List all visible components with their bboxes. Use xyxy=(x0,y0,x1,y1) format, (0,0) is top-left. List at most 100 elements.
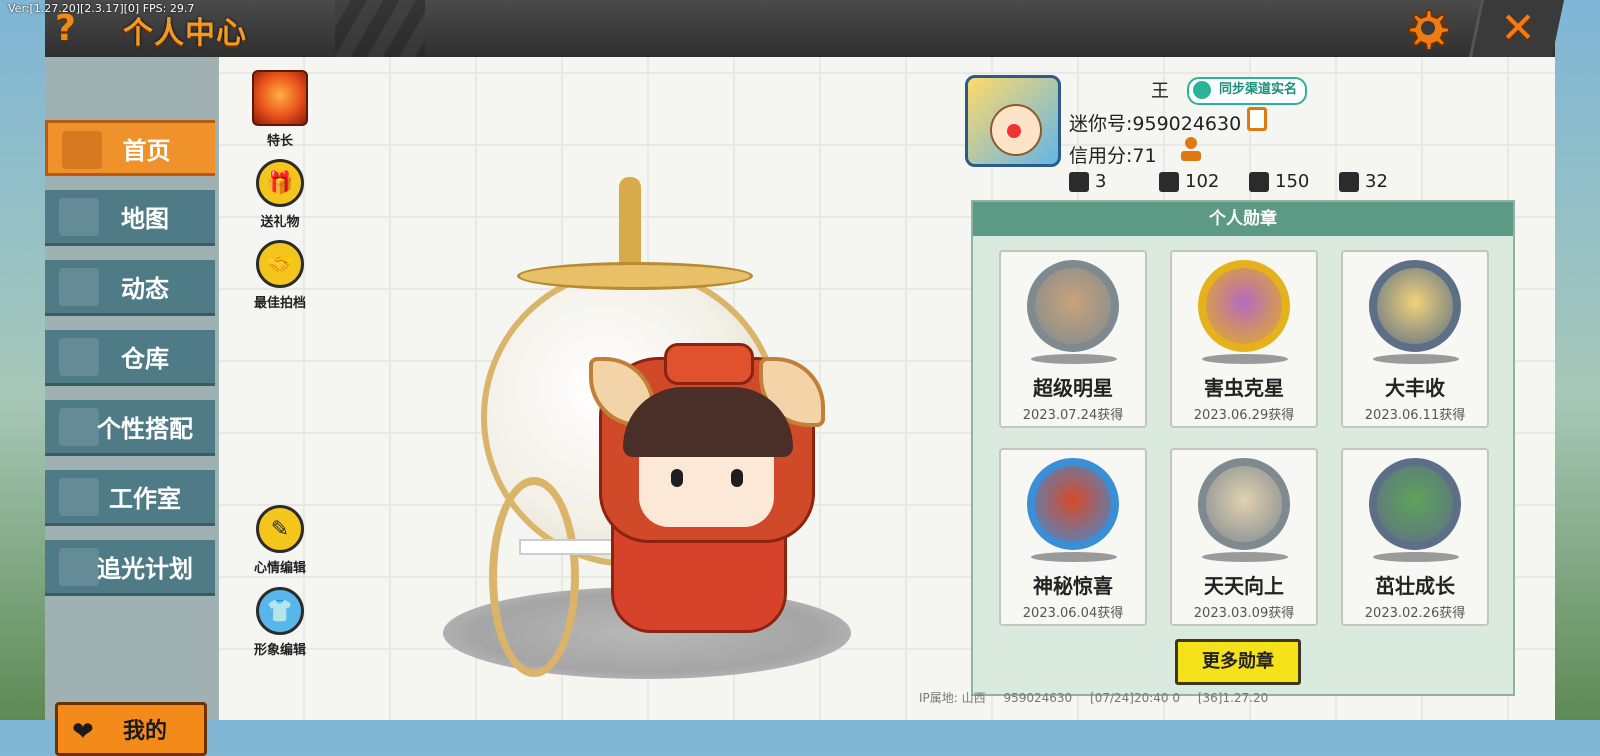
character-left-eye xyxy=(671,469,683,487)
carriage-wheel xyxy=(489,477,579,677)
special-skill-label: 特长 xyxy=(266,134,293,149)
personal-center-panel: ? 个人中心 ✕ 首页 地图 动态 仓库 个性搭配 工作室 追光计划 ❤ 我的 … xyxy=(45,0,1565,756)
medal-card[interactable]: 害虫克星 2023.06.29获得 xyxy=(1170,250,1318,428)
sidebar-item-label: 首页 xyxy=(122,136,171,165)
sidebar-item-label: 个性搭配 xyxy=(97,415,193,443)
bell-icon xyxy=(59,268,99,306)
medal-gift-icon xyxy=(1027,458,1119,550)
sidebar-item-outfit[interactable]: 个性搭配 xyxy=(45,400,215,456)
sidebar-item-label: 地图 xyxy=(121,205,169,233)
best-partner-label: 最佳拍档 xyxy=(253,296,306,311)
carriage-crown xyxy=(517,262,753,290)
stat-fire: 150 xyxy=(1249,171,1309,192)
medal-date: 2023.06.29获得 xyxy=(1193,408,1295,423)
sidebar-item-home[interactable]: 首页 xyxy=(45,120,215,176)
footer-time: [07/24]20:40 0 xyxy=(1090,691,1180,705)
gift-icon: 🎁 xyxy=(256,159,304,207)
medal-name: 神秘惊喜 xyxy=(1033,574,1113,598)
stat-value: 150 xyxy=(1275,171,1310,192)
mine-button[interactable]: ❤ 我的 xyxy=(55,702,207,756)
stat-heart: 32 xyxy=(1339,171,1388,192)
medal-card[interactable]: 超级明星 2023.07.24获得 xyxy=(999,250,1147,428)
character-hair xyxy=(623,387,793,457)
medal-date: 2023.02.26获得 xyxy=(1364,606,1466,621)
stat-value: 102 xyxy=(1185,171,1220,192)
home-icon xyxy=(62,131,102,169)
medal-panel: 个人勋章 超级明星 2023.07.24获得 害虫克星 2023.06.29获得… xyxy=(971,200,1515,696)
tree-icon xyxy=(59,478,99,516)
heart-icon: ❤ xyxy=(72,717,94,747)
copy-icon[interactable] xyxy=(1247,107,1267,131)
footer-info: IP属地: 山西 959024630 [07/24]20:40 0 [36]1.… xyxy=(919,689,1282,706)
mood-edit-label: 心情编辑 xyxy=(253,561,306,576)
sidebar-item-label: 工作室 xyxy=(109,485,181,513)
more-medals-button[interactable]: 更多勋章 xyxy=(1175,639,1301,685)
sidebar-item-label: 动态 xyxy=(121,275,169,303)
main-content: 特长 🎁 送礼物 🤝 最佳拍档 ✎ 心情编辑 👕 形象编辑 王 同步渠道实名 迷… xyxy=(219,57,1555,720)
user-check-icon xyxy=(1193,81,1211,99)
decor-stripes xyxy=(335,0,425,57)
medal-name: 大丰收 xyxy=(1385,376,1445,400)
medal-date: 2023.06.04获得 xyxy=(1022,606,1124,621)
edit-icon: ✎ xyxy=(256,505,304,553)
sidebar-item-lightchase[interactable]: 追光计划 xyxy=(45,540,215,596)
credit-info-icon[interactable] xyxy=(1179,135,1203,163)
stat-value: 32 xyxy=(1365,171,1388,192)
footer-version: [36]1.27.20 xyxy=(1197,691,1269,705)
flag-icon xyxy=(59,548,99,586)
close-button[interactable]: ✕ xyxy=(1468,0,1565,57)
image-edit-label: 形象编辑 xyxy=(253,643,306,658)
plus-icon xyxy=(1069,171,1089,192)
sidebar-item-warehouse[interactable]: 仓库 xyxy=(45,330,215,386)
sync-realname-label: 同步渠道实名 xyxy=(1219,82,1298,97)
medal-card[interactable]: 大丰收 2023.06.11获得 xyxy=(1341,250,1489,428)
medal-shadow xyxy=(1031,552,1117,562)
outfit-icon xyxy=(59,408,99,446)
sidebar: 首页 地图 动态 仓库 个性搭配 工作室 追光计划 ❤ 我的 xyxy=(45,57,219,756)
character-right-eye xyxy=(731,469,743,487)
special-skill-button[interactable]: 特长 xyxy=(247,70,313,149)
medal-name: 茁壮成长 xyxy=(1375,574,1455,598)
medal-shadow xyxy=(1373,552,1459,562)
map-icon xyxy=(59,198,99,236)
stat-plus: 3 xyxy=(1069,171,1106,192)
sidebar-item-studio[interactable]: 工作室 xyxy=(45,470,215,526)
mine-label: 我的 xyxy=(122,719,167,744)
sync-realname-button[interactable]: 同步渠道实名 xyxy=(1187,77,1308,105)
character-hat xyxy=(664,343,754,385)
debug-overlay: Ver:[1.27.20][2.3.17][0] FPS: 29.7 xyxy=(8,2,195,15)
gear-icon[interactable] xyxy=(1405,6,1449,50)
mood-edit-button[interactable]: ✎ 心情编辑 xyxy=(247,505,313,576)
footer-id: 959024630 xyxy=(1003,691,1073,705)
medal-calendar-icon xyxy=(1198,458,1290,550)
medal-name: 害虫克星 xyxy=(1204,376,1284,400)
medal-name: 超级明星 xyxy=(1033,376,1113,400)
medal-shadow xyxy=(1202,354,1288,364)
medal-card[interactable]: 茁壮成长 2023.02.26获得 xyxy=(1341,448,1489,626)
send-gift-label: 送礼物 xyxy=(260,215,300,230)
sidebar-item-feed[interactable]: 动态 xyxy=(45,260,215,316)
medal-card[interactable]: 天天向上 2023.03.09获得 xyxy=(1170,448,1318,626)
sidebar-item-label: 仓库 xyxy=(121,345,169,373)
image-edit-button[interactable]: 👕 形象编辑 xyxy=(247,587,313,658)
best-partner-button[interactable]: 🤝 最佳拍档 xyxy=(247,240,313,311)
mini-id: 迷你号:959024630 xyxy=(1069,113,1242,135)
medal-date: 2023.07.24获得 xyxy=(1022,408,1124,423)
credit-score: 信用分:71 xyxy=(1069,145,1157,167)
special-skill-icon xyxy=(252,70,308,126)
close-icon: ✕ xyxy=(1500,3,1536,52)
avatar[interactable] xyxy=(965,75,1061,167)
trophy-icon xyxy=(1159,171,1179,192)
medal-date: 2023.06.11获得 xyxy=(1364,408,1466,423)
user-name: 王 xyxy=(1151,81,1169,102)
send-gift-button[interactable]: 🎁 送礼物 xyxy=(247,159,313,230)
stat-trophy: 102 xyxy=(1159,171,1219,192)
sidebar-item-map[interactable]: 地图 xyxy=(45,190,215,246)
medal-sprout-icon xyxy=(1369,458,1461,550)
sidebar-item-label: 追光计划 xyxy=(97,555,193,583)
medal-harvest-icon xyxy=(1369,260,1461,352)
medal-shadow xyxy=(1031,354,1117,364)
ip-location: IP属地: 山西 xyxy=(919,691,986,705)
medal-card[interactable]: 神秘惊喜 2023.06.04获得 xyxy=(999,448,1147,626)
handshake-icon: 🤝 xyxy=(256,240,304,288)
